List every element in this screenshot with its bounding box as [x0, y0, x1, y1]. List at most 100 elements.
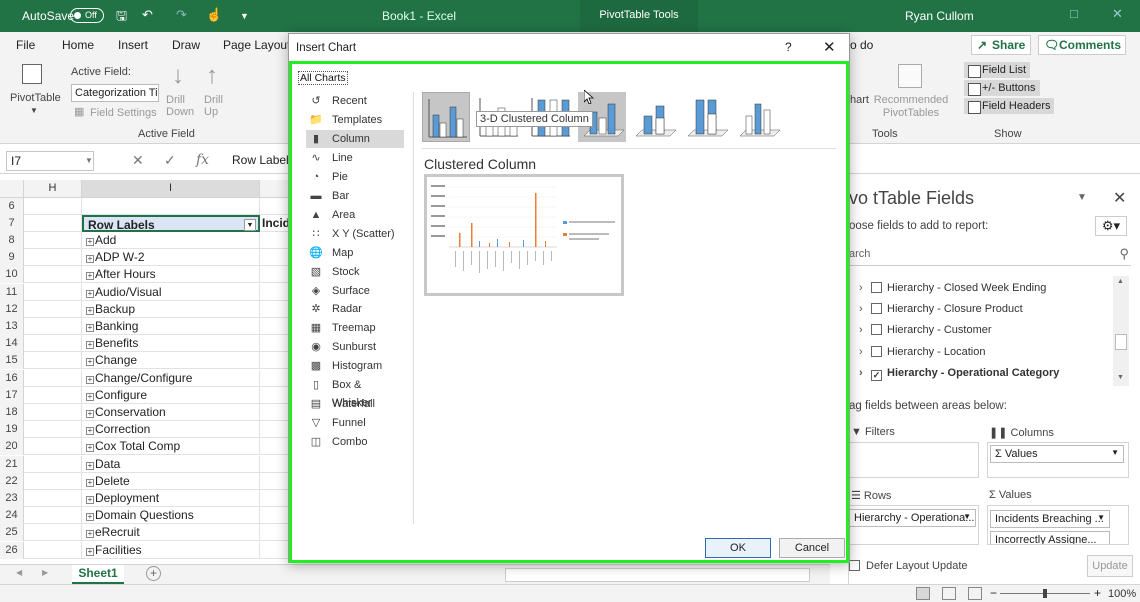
- chevron-right-icon[interactable]: ›: [859, 282, 871, 294]
- cell[interactable]: [24, 438, 82, 456]
- row-number[interactable]: 11: [0, 283, 24, 301]
- values-field-pill[interactable]: Incorrectly Assigne...: [990, 531, 1110, 544]
- tell-me-box[interactable]: o do: [850, 38, 873, 52]
- scroll-left-icon[interactable]: ◀: [16, 568, 22, 577]
- chart-type-treemap[interactable]: ▦ Treemap: [306, 319, 404, 337]
- cell[interactable]: [260, 524, 290, 541]
- chart-type-box-whisker[interactable]: ▯ Box & Whisker: [306, 376, 404, 409]
- field-list-item[interactable]: › ✓ Hierarchy - Operational Category: [859, 367, 1059, 381]
- next-column-header-cell[interactable]: Incid: [260, 215, 290, 232]
- filters-drop-area[interactable]: [849, 442, 979, 478]
- cell[interactable]: [260, 249, 290, 266]
- row-label-cell[interactable]: + Conservation: [82, 404, 260, 421]
- row-number[interactable]: 21: [0, 455, 24, 473]
- chevron-right-icon[interactable]: ›: [859, 324, 871, 336]
- row-label-cell[interactable]: + eRecruit: [82, 524, 260, 542]
- chart-type-surface[interactable]: ◈ Surface: [306, 282, 404, 300]
- row-number[interactable]: 14: [0, 335, 24, 353]
- cell[interactable]: [260, 507, 290, 524]
- expand-icon[interactable]: +: [86, 375, 94, 384]
- row-labels-cell[interactable]: Row Labels ▼: [82, 215, 260, 232]
- row-number[interactable]: 6: [0, 198, 24, 215]
- chart-type-scatter[interactable]: ∷ X Y (Scatter): [306, 225, 404, 243]
- cell[interactable]: [260, 387, 290, 404]
- field-list-scrollbar[interactable]: [1113, 276, 1129, 386]
- field-list-item[interactable]: › Hierarchy - Location: [859, 345, 985, 358]
- name-box[interactable]: I7: [6, 151, 94, 171]
- scroll-down-icon[interactable]: ▼: [1117, 374, 1124, 381]
- page-break-view-icon[interactable]: [968, 587, 982, 600]
- field-checkbox[interactable]: [871, 303, 882, 315]
- cell[interactable]: [82, 198, 260, 215]
- row-number[interactable]: 23: [0, 490, 24, 507]
- clustered-column-subtype[interactable]: [422, 92, 470, 142]
- chevron-right-icon[interactable]: ›: [859, 346, 871, 358]
- gear-icon[interactable]: ⚙▾: [1095, 216, 1127, 236]
- close-window-icon[interactable]: ✕: [1112, 6, 1123, 22]
- row-number[interactable]: 9: [0, 249, 24, 267]
- cell[interactable]: [260, 456, 290, 473]
- zoom-in-icon[interactable]: +: [1094, 586, 1101, 600]
- cell[interactable]: [260, 335, 290, 352]
- field-list-item[interactable]: › Hierarchy - Closed Week Ending: [859, 282, 1046, 294]
- defer-checkbox[interactable]: [849, 560, 860, 571]
- zoom-out-icon[interactable]: −: [990, 586, 997, 600]
- expand-icon[interactable]: +: [86, 392, 94, 401]
- field-checkbox[interactable]: [871, 345, 882, 357]
- cell[interactable]: [260, 266, 290, 283]
- chart-type-funnel[interactable]: ▽ Funnel: [306, 414, 404, 432]
- chevron-down-icon[interactable]: ▼: [30, 106, 38, 115]
- cell[interactable]: [260, 318, 290, 335]
- rows-field-pill[interactable]: Hierarchy - Operationa... ▼: [849, 509, 976, 527]
- name-box-dropdown-icon[interactable]: ▼: [85, 156, 93, 165]
- zoom-level[interactable]: 100%: [1108, 588, 1136, 600]
- zoom-slider-thumb[interactable]: [1043, 589, 1047, 598]
- row-label-cell[interactable]: + Add: [82, 232, 260, 249]
- close-icon[interactable]: ✕: [1113, 188, 1126, 208]
- drill-up-button[interactable]: Drill Up: [204, 94, 234, 118]
- chart-preview[interactable]: [424, 174, 624, 296]
- row-number[interactable]: 17: [0, 386, 24, 404]
- chart-type-recent[interactable]: ↺ Recent: [306, 92, 404, 110]
- restore-icon[interactable]: □: [1070, 6, 1078, 21]
- cell[interactable]: [260, 232, 290, 249]
- normal-view-icon[interactable]: [916, 587, 930, 600]
- expand-icon[interactable]: +: [86, 410, 94, 418]
- row-number[interactable]: 10: [0, 266, 24, 284]
- chart-type-combo[interactable]: ◫ Combo: [306, 433, 404, 451]
- 3d-stacked-column-subtype[interactable]: [630, 92, 678, 142]
- field-checkbox[interactable]: [871, 282, 882, 293]
- row-number[interactable]: 25: [0, 524, 24, 542]
- field-checkbox[interactable]: [871, 324, 882, 336]
- chart-type-area[interactable]: ▲ Area: [306, 206, 404, 224]
- tab-file[interactable]: File: [16, 38, 35, 52]
- expand-icon[interactable]: +: [86, 341, 94, 350]
- help-icon[interactable]: ?: [785, 40, 792, 54]
- row-label-cell[interactable]: + Banking: [82, 318, 260, 335]
- cell[interactable]: [24, 524, 82, 542]
- tab-all-charts[interactable]: All Charts: [298, 71, 348, 85]
- expand-icon[interactable]: +: [86, 547, 94, 556]
- expand-icon[interactable]: +: [86, 324, 94, 332]
- formula-input[interactable]: Row Label: [226, 151, 295, 171]
- column-header-i[interactable]: I: [82, 180, 260, 198]
- row-label-cell[interactable]: + Audio/Visual: [82, 283, 260, 301]
- chart-type-stock[interactable]: ▧ Stock: [306, 263, 404, 281]
- recommended-pivottables-button[interactable]: Recommended PivotTables: [873, 94, 949, 120]
- field-list-item[interactable]: › Hierarchy - Customer: [859, 324, 992, 336]
- ok-button[interactable]: OK: [705, 538, 771, 558]
- cell[interactable]: [24, 421, 82, 439]
- row-number[interactable]: 19: [0, 421, 24, 439]
- expand-icon[interactable]: +: [86, 461, 94, 470]
- cell[interactable]: [24, 541, 82, 559]
- row-label-cell[interactable]: + Benefits: [82, 335, 260, 353]
- row-label-cell[interactable]: + Domain Questions: [82, 507, 260, 525]
- cell[interactable]: [260, 490, 290, 507]
- cell[interactable]: [260, 301, 290, 318]
- cell[interactable]: [24, 404, 82, 421]
- cell[interactable]: [24, 490, 82, 507]
- field-list-toggle[interactable]: Field List: [964, 62, 1031, 78]
- row-label-cell[interactable]: + ADP W-2: [82, 249, 260, 267]
- field-checkbox[interactable]: ✓: [871, 369, 882, 381]
- cell[interactable]: [24, 507, 82, 525]
